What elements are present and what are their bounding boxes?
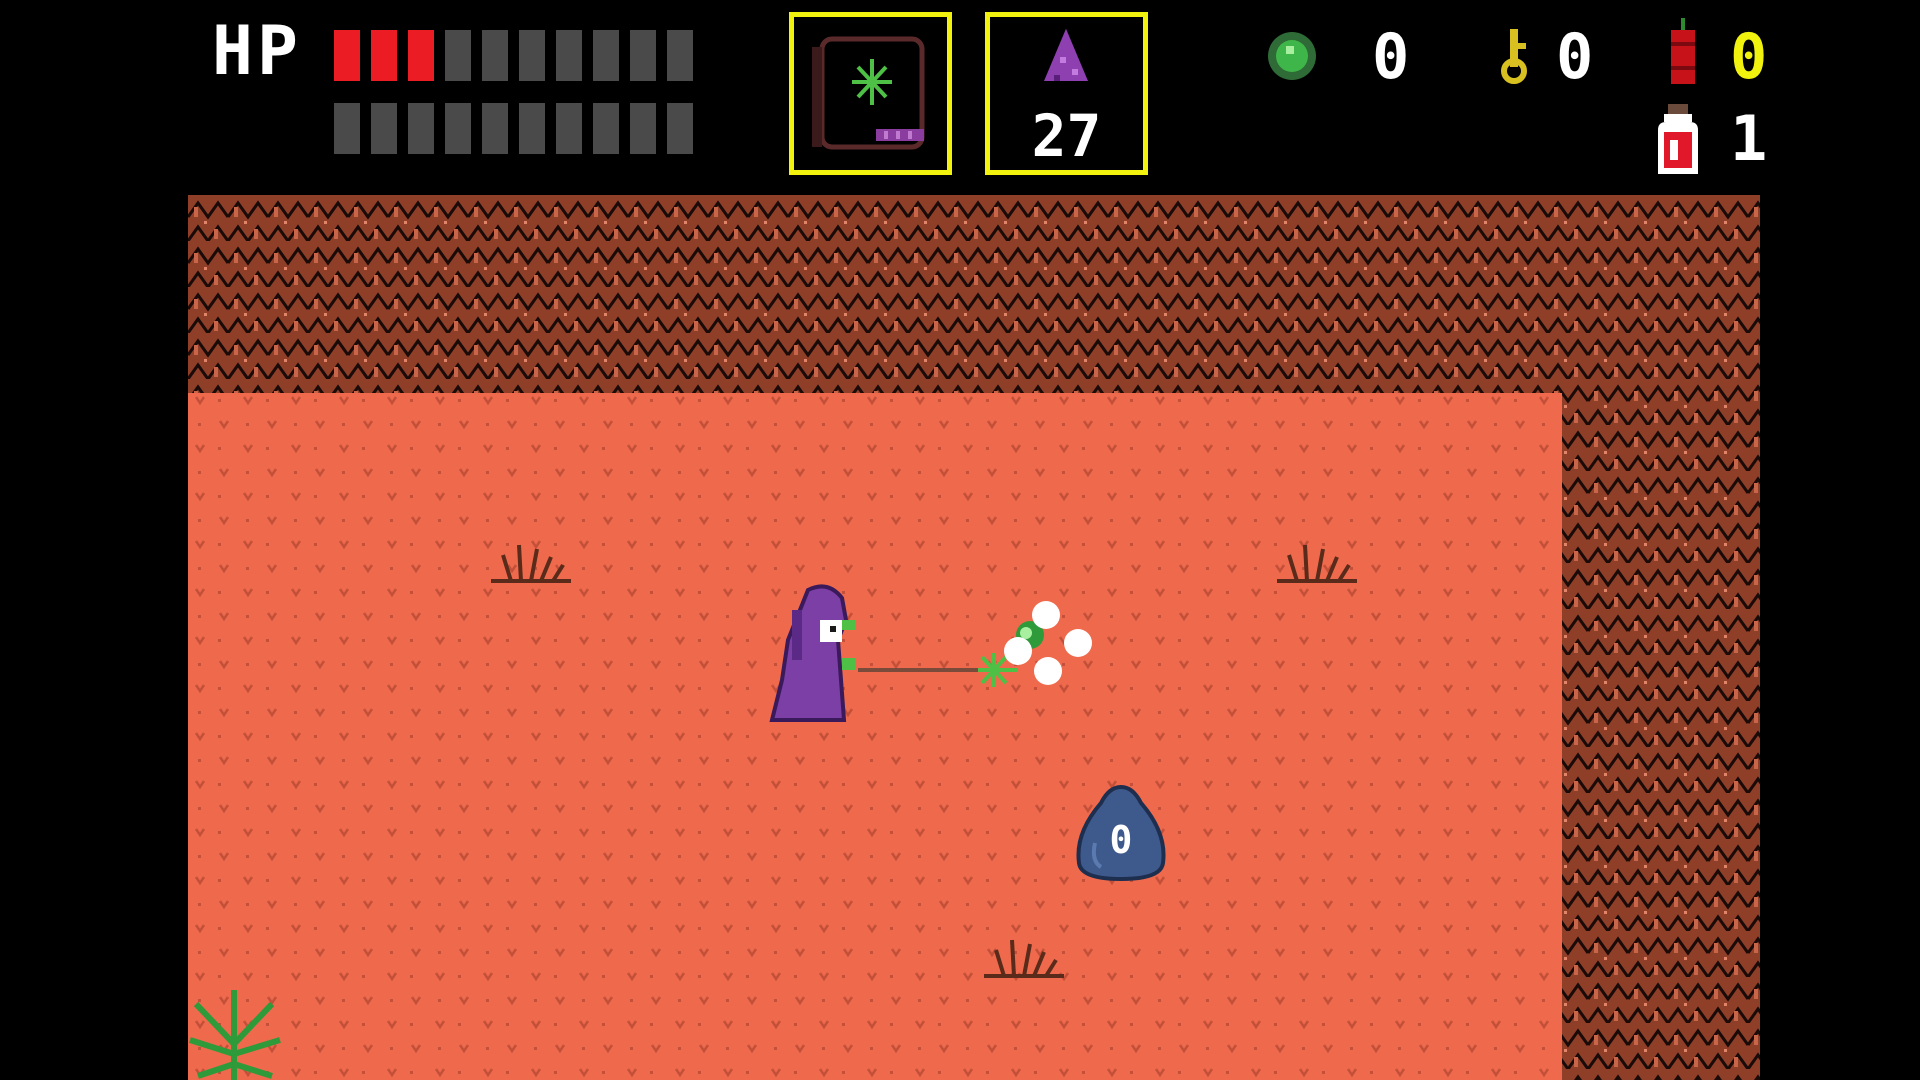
green-gem-icon	[1268, 32, 1316, 80]
potion-count: 1	[1730, 102, 1768, 175]
green-plant	[189, 990, 281, 1080]
health-potion-icon	[1658, 104, 1698, 174]
gem-count: 0	[1372, 20, 1410, 93]
green-staff-wand-icon	[812, 36, 925, 150]
hp-segment	[556, 30, 582, 81]
equipped-weapon-slot[interactable]	[789, 12, 952, 175]
ammo-count: 27	[1031, 102, 1102, 170]
hp-segment	[556, 103, 582, 154]
purple-crystal-icon	[1044, 28, 1088, 81]
hp-segment	[334, 103, 360, 154]
hp-segment	[630, 30, 656, 81]
hp-segment	[519, 30, 545, 81]
rock-wall-right	[1562, 393, 1760, 1080]
green-magic-bolt	[858, 601, 1092, 687]
hp-bar-row-2	[334, 103, 693, 154]
hp-label: HP	[212, 12, 302, 91]
hp-segment	[371, 30, 397, 81]
hp-segment	[630, 103, 656, 154]
dynamite-count: 0	[1730, 20, 1768, 93]
ammo-slot[interactable]: 27	[985, 12, 1148, 175]
hp-segment	[482, 30, 508, 81]
game-playfield[interactable]: 0	[188, 195, 1760, 1080]
hp-bar-row-1	[334, 30, 693, 81]
hp-segment	[519, 103, 545, 154]
hp-segment	[445, 30, 471, 81]
hp-segment	[593, 103, 619, 154]
hp-segment	[408, 103, 434, 154]
hp-segment	[482, 103, 508, 154]
dry-bush	[1277, 544, 1357, 583]
hp-segment	[445, 103, 471, 154]
key-count: 0	[1556, 20, 1594, 93]
hp-segment	[593, 30, 619, 81]
dry-bush	[984, 939, 1064, 978]
enemy-label: 0	[1109, 818, 1133, 862]
rock-wall-top	[188, 195, 1760, 393]
key-icon	[1501, 29, 1527, 84]
hp-segment	[667, 30, 693, 81]
hp-segment	[408, 30, 434, 81]
hp-segment	[334, 30, 360, 81]
hp-segment	[371, 103, 397, 154]
hp-segment	[667, 103, 693, 154]
dry-bush	[491, 544, 571, 583]
hud-bar: HP 27 0 0 0 1	[0, 0, 1920, 195]
dynamite-icon	[1671, 18, 1695, 84]
